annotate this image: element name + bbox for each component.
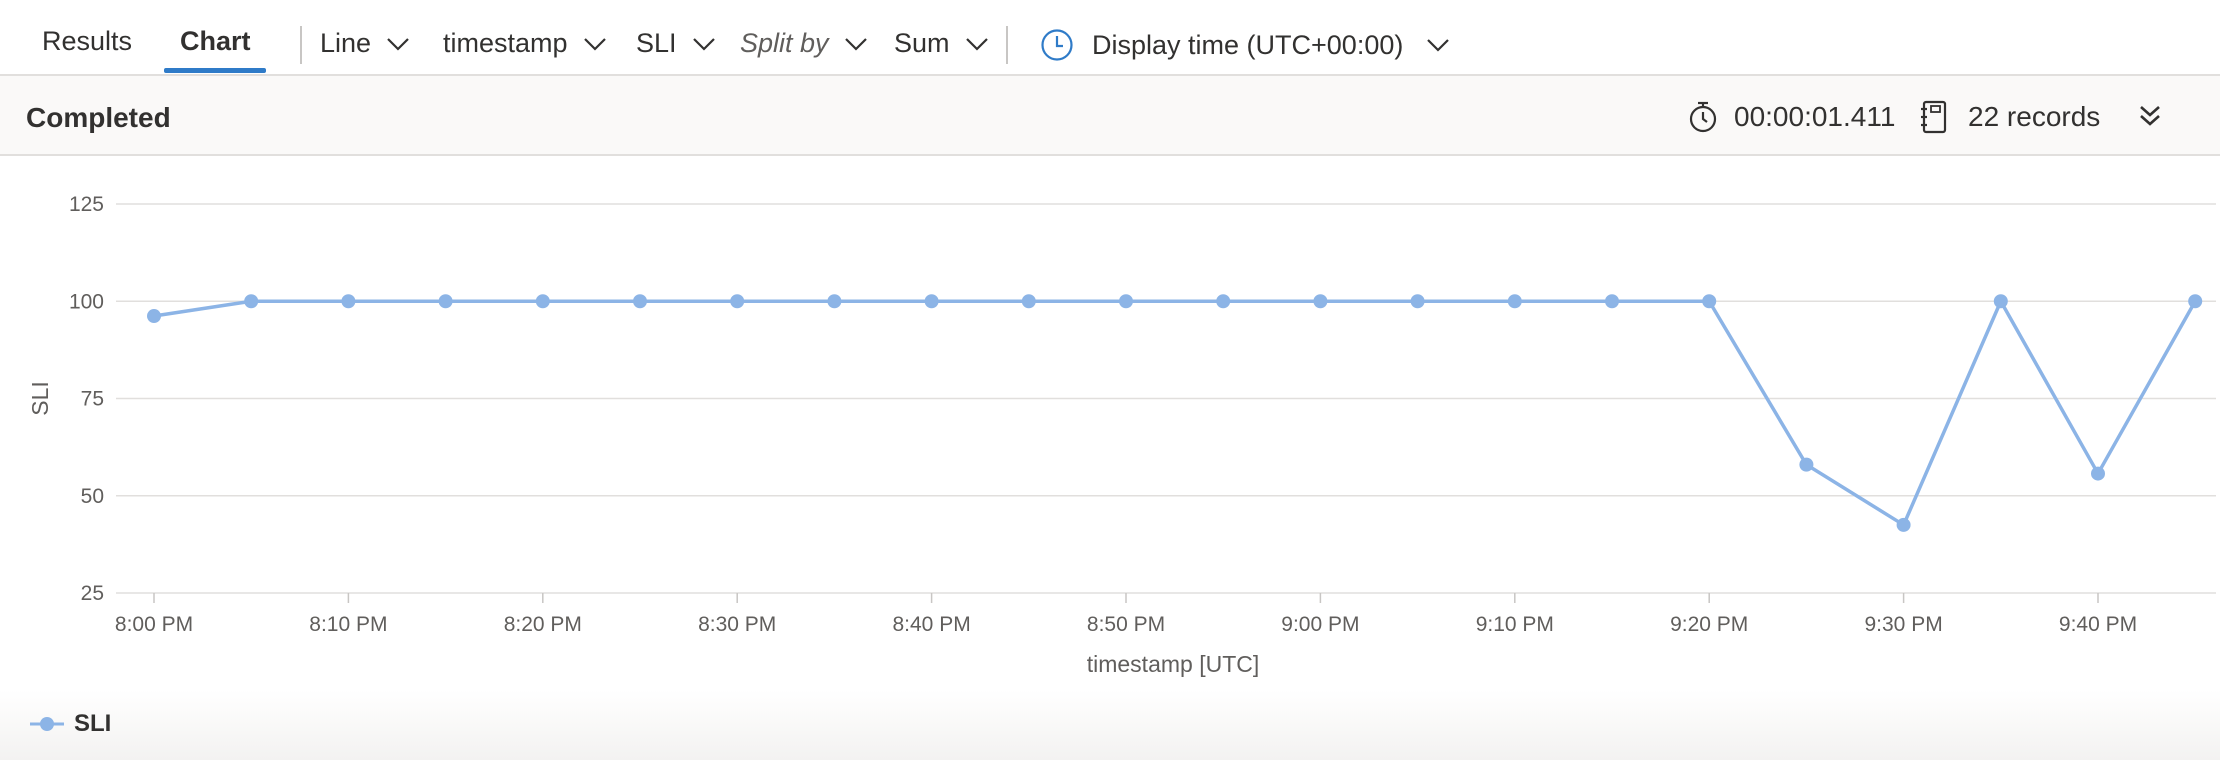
data-point [1702, 294, 1717, 309]
x-axis-title: timestamp [UTC] [1087, 651, 1260, 677]
data-point [341, 294, 356, 309]
series-line [153, 299, 2197, 527]
legend-item-sli[interactable]: SLI [30, 710, 111, 738]
data-point [1410, 294, 1425, 309]
chevron-down-icon [844, 37, 867, 51]
data-point [2188, 294, 2203, 309]
y-tick-label: 100 [69, 290, 104, 313]
chevron-down-icon [387, 37, 409, 51]
data-point [1021, 294, 1036, 309]
data-point [1896, 517, 1911, 532]
active-tab-indicator [164, 68, 266, 73]
data-point [827, 294, 842, 309]
chevron-down-icon [583, 37, 606, 51]
clock-icon [1041, 29, 1073, 61]
data-point [1507, 294, 1522, 309]
chevron-down-icon [1427, 39, 1450, 52]
aggregation-dropdown[interactable]: Sum [894, 28, 990, 59]
data-point [1313, 294, 1328, 309]
tab-results[interactable]: Results [42, 26, 132, 57]
line-chart: 25 50 75 100 125 8:00 PM 8:10 PM 8:20 PM 8:30 P… [27, 193, 2216, 677]
chart-type-dropdown[interactable]: Line [320, 28, 411, 59]
y-column-dropdown[interactable]: SLI [636, 28, 717, 59]
y-column-value: SLI [636, 28, 677, 58]
query-status-bar: Completed 00:00:01.411 22 records [0, 76, 2220, 156]
y-tick-label: 75 [81, 388, 104, 411]
chart-toolbar: Results Chart Line timestamp SLI Split b… [0, 0, 2220, 76]
x-tick-label: 9:20 PM [1670, 613, 1748, 636]
records-value: 22 records [1968, 101, 2101, 132]
chart-type-value: Line [320, 28, 372, 58]
x-tick-label: 9:00 PM [1281, 613, 1359, 636]
data-point [1216, 294, 1231, 309]
toolbar-divider [1006, 26, 1008, 64]
data-point [1119, 294, 1133, 309]
chart-legend: SLI [0, 690, 2220, 760]
data-point [2091, 466, 2105, 481]
x-tick-label: 9:30 PM [1864, 613, 1942, 636]
y-tick-label: 25 [81, 582, 104, 605]
split-by-placeholder: Split by [740, 28, 829, 58]
data-point [730, 294, 745, 309]
y-tick-label: 50 [81, 485, 104, 508]
double-chevron-down-icon[interactable] [2136, 102, 2164, 130]
data-point [1993, 294, 2008, 309]
data-point [147, 309, 161, 324]
x-tick-label: 8:20 PM [504, 613, 582, 636]
query-duration: 00:00:01.411 [1688, 100, 1895, 134]
data-point [535, 294, 550, 309]
record-count: 22 records [1920, 100, 2100, 134]
x-tick-label: 8:00 PM [115, 613, 193, 636]
data-point [1605, 294, 1619, 309]
duration-value: 00:00:01.411 [1734, 101, 1896, 132]
data-point [633, 294, 647, 309]
tab-chart[interactable]: Chart [180, 26, 251, 57]
split-by-dropdown[interactable]: Split by [740, 28, 869, 59]
legend-line-marker [30, 717, 64, 731]
chart-gridlines [116, 203, 2216, 594]
status-title: Completed [26, 102, 171, 133]
x-tick-label: 9:10 PM [1476, 613, 1554, 636]
y-axis-title: SLI [27, 381, 53, 416]
display-time-dropdown[interactable]: Display time (UTC+00:00) [1040, 28, 1451, 62]
aggregation-value: Sum [894, 28, 950, 58]
stopwatch-icon [1689, 101, 1717, 133]
x-tick-label: 8:50 PM [1087, 613, 1165, 636]
data-point [1799, 457, 1814, 472]
x-tick-label: 8:30 PM [698, 613, 776, 636]
display-time-value: Display time (UTC+00:00) [1092, 29, 1404, 60]
data-point [438, 294, 453, 309]
legend-label: SLI [74, 710, 112, 737]
x-column-dropdown[interactable]: timestamp [443, 28, 608, 59]
records-icon [1921, 100, 1947, 134]
toolbar-divider [300, 26, 302, 64]
y-tick-label: 125 [69, 193, 104, 216]
x-tick-label: 8:40 PM [892, 613, 970, 636]
x-tick-label: 9:40 PM [2059, 613, 2137, 636]
x-tick-label: 8:10 PM [309, 613, 387, 636]
x-axis-ticks: 8:00 PM 8:10 PM 8:20 PM 8:30 PM 8:40 PM 8:50 … [115, 593, 2137, 636]
chevron-down-icon [692, 37, 715, 51]
chevron-down-icon [965, 37, 988, 51]
y-axis-ticks: 25 50 75 100 125 [69, 193, 104, 605]
data-point [924, 294, 939, 309]
x-column-value: timestamp [443, 28, 568, 58]
data-point [244, 294, 259, 309]
